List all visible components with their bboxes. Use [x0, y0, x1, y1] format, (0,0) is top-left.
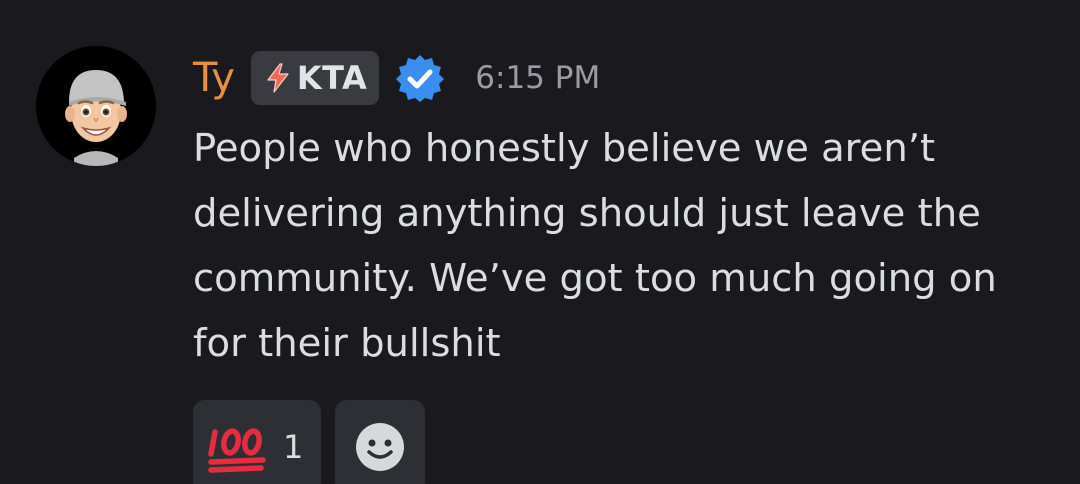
author-username[interactable]: Ty	[193, 58, 235, 98]
hundred-points-icon	[208, 428, 266, 473]
memoji-avatar-icon	[36, 46, 156, 166]
message-body: People who honestly believe we aren’t de…	[193, 126, 997, 366]
user-avatar[interactable]	[36, 46, 156, 166]
reaction-count: 1	[283, 428, 304, 466]
message-timestamp: 6:15 PM	[475, 60, 601, 96]
clan-tag[interactable]: KTA	[250, 51, 380, 105]
smiley-face-icon	[356, 423, 404, 471]
add-reaction-button[interactable]	[335, 400, 425, 484]
chat-message: Ty KTA 6:15 PM People who honestly belie…	[0, 0, 1080, 484]
reaction-hundred-points[interactable]: 1	[193, 400, 321, 484]
verified-badge-icon	[396, 55, 445, 102]
message-header: Ty KTA 6:15 PM	[193, 50, 600, 106]
lightning-bolt-icon	[267, 63, 289, 93]
reactions-bar: 1	[193, 400, 439, 484]
clan-tag-label: KTA	[296, 59, 368, 97]
